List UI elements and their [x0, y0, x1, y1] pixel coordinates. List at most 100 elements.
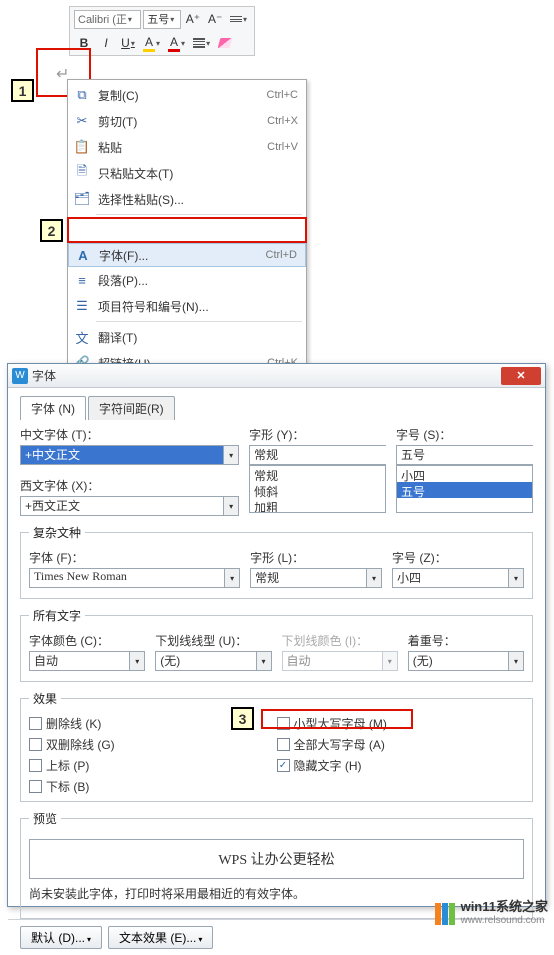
text-effect-button[interactable]: 文本效果 (E)...▾: [108, 926, 213, 949]
complex-size-combo[interactable]: 小四▾: [392, 568, 524, 588]
menu-paste-label: 粘贴: [98, 139, 122, 156]
western-font-value: +西文正文: [20, 496, 223, 516]
menu-font-label: 字体(F)...: [99, 247, 148, 264]
menu-paste-shortcut: Ctrl+V: [267, 141, 298, 153]
underline-button[interactable]: U▾: [118, 33, 138, 53]
effects-legend: 效果: [29, 690, 61, 707]
check-icon: ✓: [277, 759, 290, 772]
translate-icon: 文: [74, 329, 90, 345]
menu-font-shortcut: Ctrl+D: [266, 249, 297, 261]
highlight-button[interactable]: A▾: [140, 33, 163, 53]
align-button[interactable]: ▾: [190, 33, 213, 53]
menu-paste-special-label: 选择性粘贴(S)...: [98, 191, 184, 208]
style-list[interactable]: 常规 倾斜 加粗: [249, 465, 386, 513]
menu-bullets[interactable]: ☰ 项目符号和编号(N)...: [68, 293, 306, 319]
shrink-font-button[interactable]: A⁻: [205, 9, 225, 29]
subscript-checkbox[interactable]: 下标 (B): [29, 778, 277, 795]
align-icon: [193, 38, 205, 48]
app-icon: W: [12, 368, 28, 384]
watermark: win11系统之家 www.relsound.com: [435, 900, 548, 928]
underline-color-combo: 自动▾: [282, 651, 398, 671]
preview-legend: 预览: [29, 810, 61, 827]
menu-separator: [96, 321, 302, 322]
western-font-combo[interactable]: +西文正文 ▾: [20, 496, 239, 516]
tab-spacing[interactable]: 字符间距(R): [88, 396, 175, 420]
double-strike-checkbox[interactable]: 双删除线 (G): [29, 736, 277, 753]
font-size-combo[interactable]: 五号▾: [143, 10, 181, 29]
complex-style-combo[interactable]: 常规▾: [250, 568, 382, 588]
complex-font-label: 字体 (F)：: [29, 549, 240, 566]
complex-font-combo[interactable]: Times New Roman▾: [29, 568, 240, 588]
menu-font[interactable]: A 字体(F)... Ctrl+D: [68, 243, 306, 267]
style-input[interactable]: 常规: [249, 445, 386, 465]
complex-style-label: 字形 (L)：: [250, 549, 382, 566]
menu-copy[interactable]: ⧉ 复制(C) Ctrl+C: [68, 82, 306, 108]
copy-icon: ⧉: [74, 87, 90, 103]
western-font-label: 西文字体 (X)：: [20, 477, 239, 494]
chevron-down-icon: ▾: [223, 496, 239, 516]
dialog-titlebar: W 字体 ✕: [8, 364, 545, 388]
menu-paste[interactable]: 📋 粘贴 Ctrl+V: [68, 134, 306, 160]
line-spacing-button[interactable]: ▾: [227, 9, 250, 29]
font-color-combo[interactable]: 自动▾: [29, 651, 145, 671]
font-name-value: Calibri (正: [78, 11, 127, 27]
alltext-legend: 所有文字: [29, 607, 85, 624]
menu-translate-label: 翻译(T): [98, 329, 137, 346]
font-name-combo[interactable]: Calibri (正▾: [74, 10, 141, 29]
font-color-button[interactable]: A▾: [165, 33, 188, 53]
close-button[interactable]: ✕: [501, 367, 541, 385]
emphasis-combo[interactable]: (无)▾: [408, 651, 524, 671]
complex-legend: 复杂文种: [29, 524, 85, 541]
underline-style-label: 下划线线型 (U)：: [155, 632, 271, 649]
paste-plain-icon: 🗎: [74, 165, 90, 181]
watermark-logo-icon: [435, 903, 455, 925]
menu-cut-label: 剪切(T): [98, 113, 137, 130]
list-icon: ☰: [74, 298, 90, 314]
menu-translate[interactable]: 文 翻译(T): [68, 324, 306, 350]
allcaps-checkbox[interactable]: 全部大写字母 (A): [277, 736, 525, 753]
menu-paste-plain[interactable]: 🗎 只粘贴文本(T): [68, 160, 306, 186]
menu-copy-shortcut: Ctrl+C: [267, 89, 298, 101]
menu-paragraph[interactable]: ≡ 段落(P)...: [68, 267, 306, 293]
step1-badge: 1: [11, 79, 34, 102]
menu-paste-special[interactable]: 🗂 选择性粘贴(S)...: [68, 186, 306, 212]
tab-font[interactable]: 字体 (N): [20, 396, 86, 420]
italic-button[interactable]: I: [96, 33, 116, 53]
dialog-title: 字体: [32, 367, 56, 384]
style-label: 字形 (Y)：: [249, 426, 386, 443]
font-dialog: W 字体 ✕ 字体 (N) 字符间距(R) 中文字体 (T)： +中文正文 ▾ …: [7, 363, 546, 907]
paste-special-icon: 🗂: [74, 191, 90, 207]
emphasis-label: 着重号：: [408, 632, 524, 649]
all-text-group: 所有文字 字体颜色 (C)： 自动▾ 下划线线型 (U)： (无)▾ 下划线颜色…: [20, 607, 533, 682]
font-a-icon: A: [75, 247, 91, 263]
superscript-checkbox[interactable]: 上标 (P): [29, 757, 277, 774]
hidden-text-checkbox[interactable]: ✓隐藏文字 (H): [277, 757, 525, 774]
default-button[interactable]: 默认 (D)...▾: [20, 926, 102, 949]
mini-toolbar: Calibri (正▾ 五号▾ A⁺ A⁻ ▾ B I U▾ A▾ A▾ ▾: [69, 6, 255, 56]
grow-font-button[interactable]: A⁺: [183, 9, 203, 29]
menu-paragraph-label: 段落(P)...: [98, 272, 148, 289]
chinese-font-combo[interactable]: +中文正文 ▾: [20, 445, 239, 465]
menu-copy-label: 复制(C): [98, 87, 139, 104]
menu-cut-shortcut: Ctrl+X: [267, 115, 298, 127]
size-input[interactable]: 五号: [396, 445, 533, 465]
font-color-label: 字体颜色 (C)：: [29, 632, 145, 649]
menu-separator: [96, 214, 302, 215]
size-label: 字号 (S)：: [396, 426, 533, 443]
chevron-down-icon: ▾: [223, 445, 239, 465]
complex-scripts-group: 复杂文种 字体 (F)： Times New Roman▾ 字形 (L)： 常规…: [20, 524, 533, 599]
chinese-font-label: 中文字体 (T)：: [20, 426, 239, 443]
complex-size-label: 字号 (Z)：: [392, 549, 524, 566]
step3-badge: 3: [231, 707, 254, 730]
menu-cut[interactable]: ✂ 剪切(T) Ctrl+X: [68, 108, 306, 134]
font-size-value: 五号: [147, 11, 169, 27]
clipboard-icon: 📋: [74, 139, 90, 155]
menu-bullets-label: 项目符号和编号(N)...: [98, 298, 209, 315]
size-list[interactable]: 小四 五号: [396, 465, 533, 513]
underline-style-combo[interactable]: (无)▾: [155, 651, 271, 671]
clear-format-button[interactable]: [215, 33, 235, 53]
paragraph-icon: ≡: [74, 272, 90, 288]
watermark-brand: win11系统之家: [461, 900, 548, 914]
eraser-icon: [218, 38, 233, 48]
step3-highlight: [261, 709, 413, 729]
